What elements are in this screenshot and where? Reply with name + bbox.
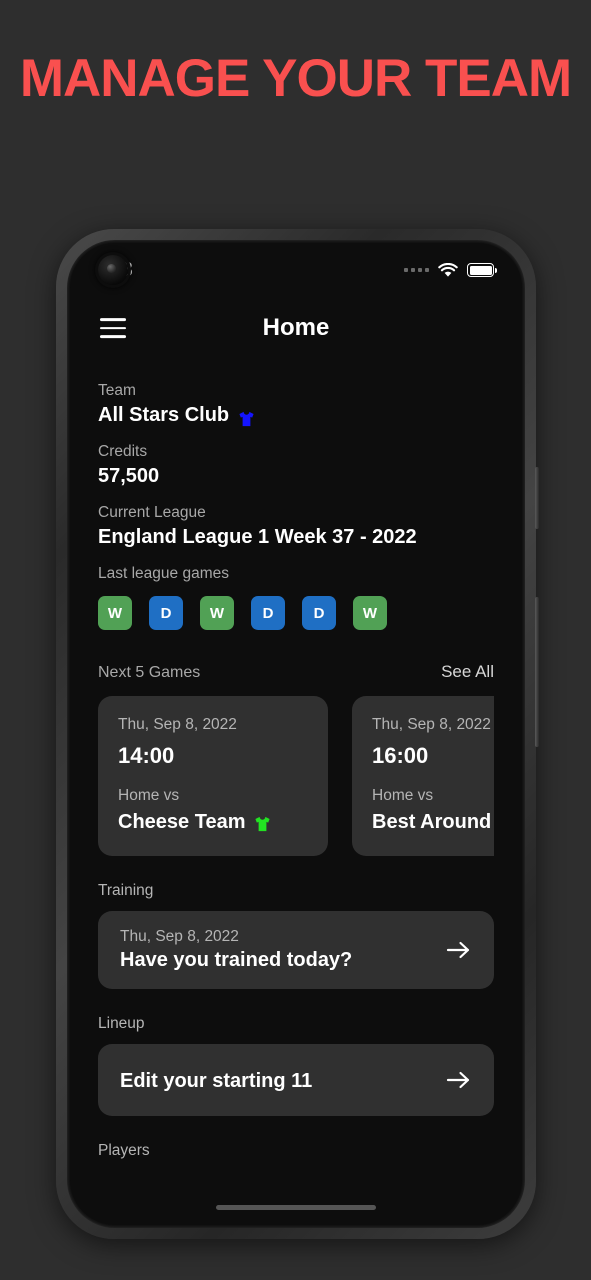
game-date: Thu, Sep 8, 2022 xyxy=(118,716,237,733)
status-bar: .33 xyxy=(70,243,522,297)
next-games-label: Next 5 Games xyxy=(98,664,201,681)
app-header: Home xyxy=(70,297,522,359)
game-time: 16:00 xyxy=(372,743,429,768)
game-card[interactable]: Thu, Sep 8, 2022 14:00 Home vs Cheese Team xyxy=(98,696,328,856)
blue-shirt-icon xyxy=(238,407,255,427)
result-chip-win: W xyxy=(200,596,234,630)
status-icons xyxy=(404,262,497,278)
result-chip-draw: D xyxy=(251,596,285,630)
arrow-right-icon xyxy=(446,939,472,961)
see-all-link[interactable]: See All xyxy=(441,662,494,682)
lineup-title: Edit your starting 11 xyxy=(120,1070,313,1092)
last-games-label: Last league games xyxy=(98,565,229,582)
next-games-carousel[interactable]: Thu, Sep 8, 2022 14:00 Home vs Cheese Team T… xyxy=(98,696,494,856)
last-games-results: WDWDDW xyxy=(98,596,494,630)
front-camera-punch-hole-icon xyxy=(98,255,128,285)
result-chip-draw: D xyxy=(149,596,183,630)
game-opponent-row: Cheese Team xyxy=(118,811,308,834)
phone-side-button-mute[interactable] xyxy=(535,467,539,529)
game-opponent-name: Cheese Team xyxy=(118,811,246,833)
page-title: MANAGE YOUR TEAM xyxy=(19,49,572,108)
green-shirt-icon xyxy=(254,815,271,831)
credits-value: 57,500 xyxy=(98,465,160,487)
game-venue: Home vs xyxy=(372,787,434,804)
result-chip-win: W xyxy=(98,596,132,630)
team-label: Team xyxy=(98,382,136,399)
phone-side-button-power[interactable] xyxy=(535,597,539,747)
credits-label: Credits xyxy=(98,443,148,460)
game-card[interactable]: Thu, Sep 8, 2022 16:00 Home vs Best Around … xyxy=(352,696,494,856)
phone-screen: .33 xyxy=(70,243,522,1225)
team-name: All Stars Club xyxy=(98,404,230,426)
home-indicator[interactable] xyxy=(216,1205,376,1210)
result-chip-draw: D xyxy=(302,596,336,630)
game-date: Thu, Sep 8, 2022 xyxy=(372,716,491,733)
wifi-icon xyxy=(438,262,458,278)
lineup-card[interactable]: Edit your starting 11 xyxy=(98,1044,494,1116)
phone-mockup: .33 xyxy=(56,229,539,1239)
screen-title: Home xyxy=(262,314,330,341)
home-content: Team All Stars Club Credits 57,500 Curre… xyxy=(70,359,522,1160)
league-label: Current League xyxy=(98,504,206,521)
game-opponent-row: Best Around F xyxy=(372,811,494,834)
game-time: 14:00 xyxy=(118,743,175,768)
promo-screenshot: MANAGE YOUR TEAM .33 xyxy=(0,0,591,1280)
battery-full-icon xyxy=(467,263,497,277)
league-value: England League 1 Week 37 - 2022 xyxy=(98,526,417,548)
training-label: Training xyxy=(98,882,154,899)
team-name-row: All Stars Club xyxy=(98,401,494,429)
players-label: Players xyxy=(98,1142,150,1159)
signal-dots-icon xyxy=(404,268,429,272)
phone-bezel: .33 xyxy=(67,240,525,1228)
next-games-header: Next 5 Games See All xyxy=(98,662,494,683)
training-card[interactable]: Thu, Sep 8, 2022 Have you trained today? xyxy=(98,911,494,989)
game-opponent-name: Best Around F xyxy=(372,811,494,833)
lineup-label: Lineup xyxy=(98,1015,145,1032)
hamburger-menu-icon[interactable] xyxy=(100,318,126,338)
game-venue: Home vs xyxy=(118,787,180,804)
training-title: Have you trained today? xyxy=(120,949,353,971)
result-chip-win: W xyxy=(353,596,387,630)
training-date: Thu, Sep 8, 2022 xyxy=(120,928,239,945)
arrow-right-icon xyxy=(446,1069,472,1091)
